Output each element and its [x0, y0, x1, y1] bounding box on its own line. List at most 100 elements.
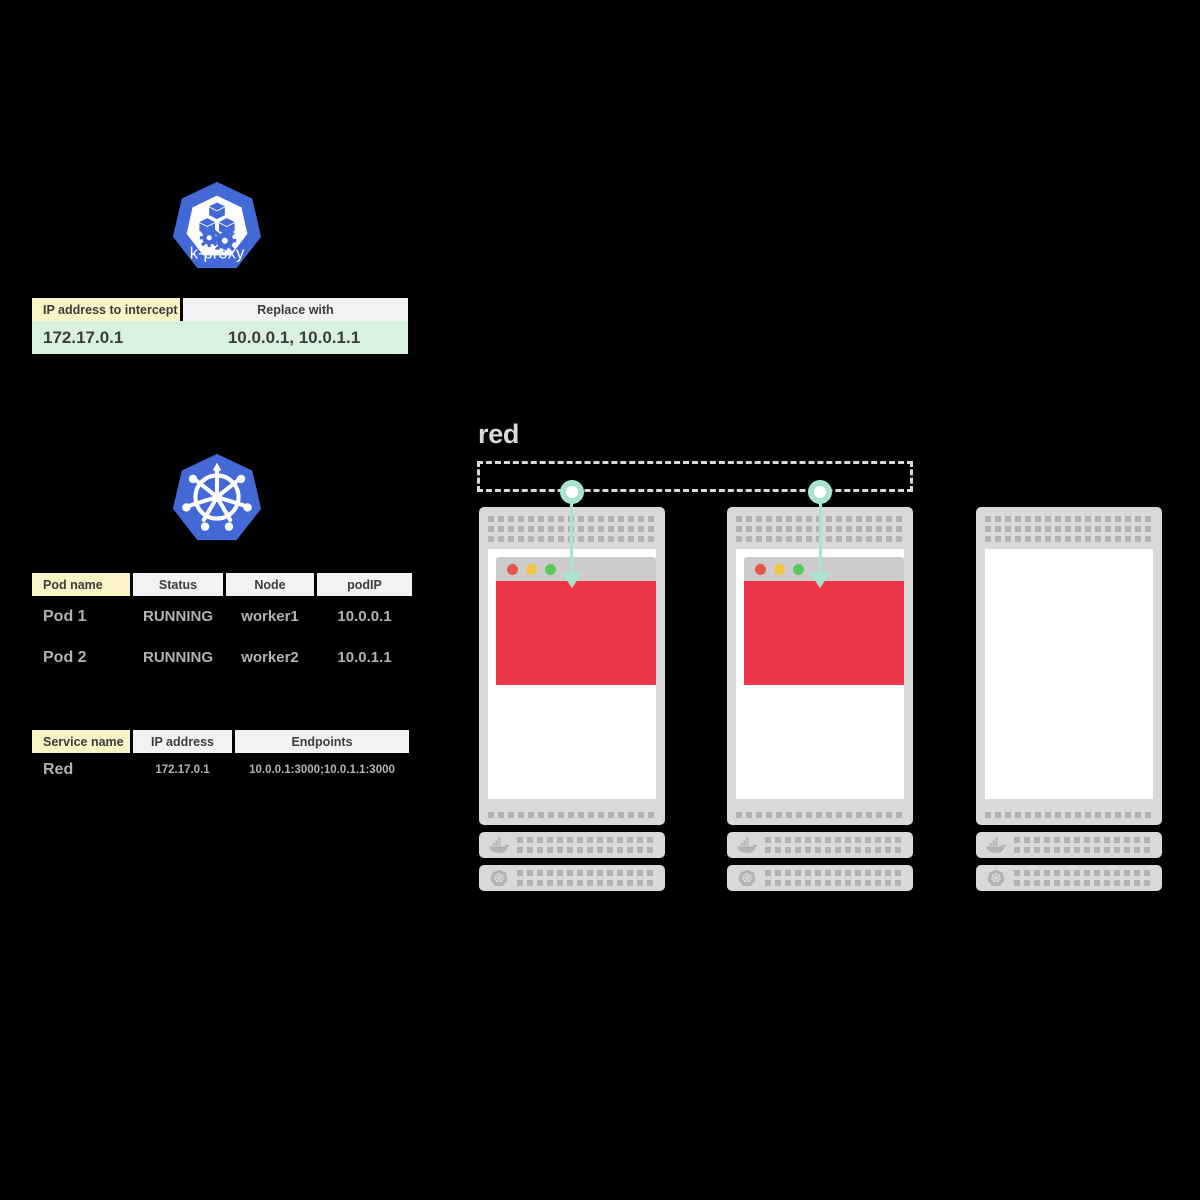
vent-hole [1064, 870, 1070, 876]
vent-hole [648, 812, 654, 818]
vent-hole [785, 837, 791, 843]
vent-hole [1084, 837, 1090, 843]
vent-hole [1144, 837, 1150, 843]
vent-hole [528, 536, 534, 542]
intercept-cell-ip: 172.17.0.1 [43, 327, 124, 347]
node-3 [976, 507, 1162, 891]
vent-hole [1015, 526, 1021, 532]
vent-hole [756, 526, 762, 532]
vent-hole [845, 880, 851, 886]
vent-hole [607, 880, 613, 886]
browser-minimize-dot[interactable] [526, 563, 537, 575]
vent-hole [795, 870, 801, 876]
vent-hole [845, 837, 851, 843]
vent-hole [1065, 812, 1071, 818]
vent-hole [567, 870, 573, 876]
vent-hole [985, 516, 991, 522]
vent-hole [518, 812, 524, 818]
vent-hole [1124, 880, 1130, 886]
vent-hole [1035, 526, 1041, 532]
vent-hole [856, 516, 862, 522]
intercept-table: IP address to intercept Replace with 172… [32, 298, 408, 354]
vent-hole [518, 526, 524, 532]
vent-hole [1134, 870, 1140, 876]
vent-hole [835, 880, 841, 886]
intercept-table-header: IP address to intercept Replace with [32, 298, 408, 321]
vent-hole [826, 812, 832, 818]
vent-hole [1054, 837, 1060, 843]
vent-hole [805, 870, 811, 876]
browser-close-dot[interactable] [755, 563, 766, 575]
vent-hole [1025, 526, 1031, 532]
browser-maximize-dot[interactable] [545, 563, 556, 575]
vent-hole [866, 536, 872, 542]
services-table-header: Service name IP address Endpoints [32, 730, 409, 753]
vent-hole [776, 812, 782, 818]
vent-hole [1045, 812, 1051, 818]
vent-hole [528, 812, 534, 818]
vent-hole [846, 526, 852, 532]
vent-hole [1085, 526, 1091, 532]
vent-hole [577, 837, 583, 843]
browser-close-dot[interactable] [507, 563, 518, 575]
browser-minimize-dot[interactable] [774, 563, 785, 575]
browser-maximize-dot[interactable] [793, 563, 804, 575]
vent-hole [608, 812, 614, 818]
vent-hole [1115, 812, 1121, 818]
vent-hole [1115, 536, 1121, 542]
vent-hole [608, 536, 614, 542]
vent-hole [538, 536, 544, 542]
vent-hole [1085, 812, 1091, 818]
vent-hole [1045, 516, 1051, 522]
pods-table-header: Pod name Status Node podIP [32, 573, 412, 596]
vent-hole [746, 536, 752, 542]
pods-table: Pod name Status Node podIP Pod 1 RUNNING… [32, 573, 412, 678]
vent-hole [577, 880, 583, 886]
k-proxy-logo-label: k-proxy [190, 243, 245, 262]
node-2-kubelet-vents [765, 870, 904, 886]
docker-icon [488, 837, 510, 854]
vent-hole [548, 526, 554, 532]
vent-hole [1084, 870, 1090, 876]
vent-hole [608, 516, 614, 522]
vent-hole [746, 516, 752, 522]
vent-hole [1025, 536, 1031, 542]
vent-hole [1075, 526, 1081, 532]
vent-hole [1135, 812, 1141, 818]
svc-cell-ip-address: 172.17.0.1 [155, 763, 210, 776]
vent-hole [766, 812, 772, 818]
vent-hole [865, 870, 871, 876]
vent-hole [537, 870, 543, 876]
vent-hole [836, 536, 842, 542]
vent-hole [607, 837, 613, 843]
vent-hole [537, 837, 543, 843]
vent-hole [1144, 847, 1150, 853]
vent-hole [577, 870, 583, 876]
vent-hole [795, 837, 801, 843]
node-2-vents-bottom [736, 812, 904, 818]
vent-hole [896, 516, 902, 522]
vent-hole [607, 870, 613, 876]
namespace-label: red [478, 419, 520, 449]
vent-hole [895, 837, 901, 843]
vent-hole [835, 870, 841, 876]
pods-header-node: Node [226, 573, 314, 596]
vent-hole [836, 516, 842, 522]
vent-hole [855, 870, 861, 876]
vent-hole [548, 516, 554, 522]
intercept-pin-2 [808, 480, 832, 504]
vent-hole [805, 880, 811, 886]
vent-hole [765, 837, 771, 843]
kubernetes-logo [168, 450, 266, 548]
vent-hole [806, 536, 812, 542]
vent-hole [866, 526, 872, 532]
vent-hole [618, 812, 624, 818]
vent-hole [618, 526, 624, 532]
browser-content-red [496, 581, 656, 685]
vent-hole [845, 847, 851, 853]
vent-hole [1074, 837, 1080, 843]
kubernetes-icon [985, 869, 1007, 887]
vent-hole [1015, 516, 1021, 522]
vent-hole [1034, 880, 1040, 886]
vent-hole [1105, 812, 1111, 818]
